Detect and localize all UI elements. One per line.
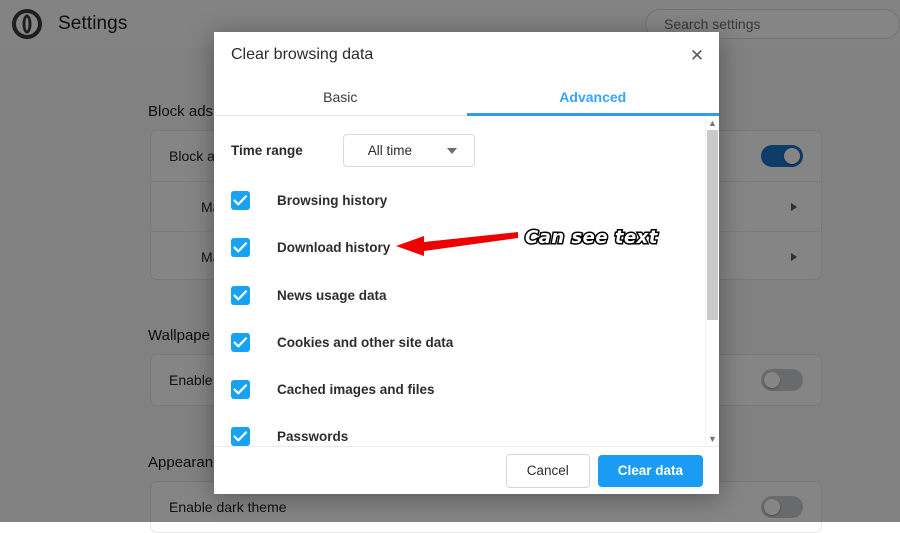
time-range-row: Time range All time — [231, 134, 475, 167]
dialog-scroll-area: Time range All time Browsing history Dow… — [214, 116, 719, 446]
checkbox-label: News usage data — [277, 287, 387, 303]
cancel-button[interactable]: Cancel — [505, 453, 590, 488]
checkbox-row-download-history[interactable]: Download history — [231, 235, 390, 259]
checkbox-label: Browsing history — [277, 192, 388, 208]
chevron-down-icon — [446, 147, 457, 154]
dialog-title: Clear browsing data — [231, 46, 374, 63]
checkbox-label: Download history — [277, 239, 391, 255]
clear-data-button[interactable]: Clear data — [597, 454, 703, 487]
chevron-down-icon[interactable]: ▼ — [706, 432, 719, 446]
time-range-value: All time — [367, 143, 413, 158]
checkbox-row-news-usage-data[interactable]: News usage data — [231, 283, 387, 307]
scrollbar-thumb[interactable] — [707, 130, 718, 320]
dialog-footer: Cancel Clear data — [214, 446, 719, 494]
checkbox-label: Passwords — [277, 428, 349, 444]
tab-basic[interactable]: Basic — [214, 79, 467, 115]
checkbox-checked-icon[interactable] — [231, 237, 250, 257]
checkbox-checked-icon[interactable] — [231, 190, 250, 210]
checkbox-row-cached-images[interactable]: Cached images and files — [231, 377, 435, 401]
checkbox-label: Cookies and other site data — [277, 334, 454, 350]
checkbox-label: Cached images and files — [277, 381, 435, 397]
dialog-header: Clear browsing data ✕ — [214, 32, 719, 79]
clear-browsing-data-dialog: Clear browsing data ✕ Basic Advanced Tim… — [214, 32, 719, 494]
dialog-scrollbar[interactable]: ▲ ▼ — [705, 116, 719, 446]
checkbox-checked-icon[interactable] — [231, 426, 250, 446]
checkbox-row-passwords[interactable]: Passwords — [231, 424, 348, 446]
close-icon[interactable]: ✕ — [683, 41, 711, 69]
checkbox-checked-icon[interactable] — [231, 379, 250, 399]
chevron-up-icon[interactable]: ▲ — [706, 116, 719, 130]
checkbox-row-browsing-history[interactable]: Browsing history — [231, 188, 387, 212]
tab-advanced[interactable]: Advanced — [466, 79, 720, 116]
time-range-select[interactable]: All time — [342, 134, 475, 167]
time-range-label: Time range — [231, 143, 303, 158]
checkbox-checked-icon[interactable] — [231, 332, 250, 352]
checkbox-checked-icon[interactable] — [231, 285, 250, 305]
dialog-tabs: Basic Advanced — [214, 79, 719, 116]
checkbox-row-cookies[interactable]: Cookies and other site data — [231, 330, 453, 354]
